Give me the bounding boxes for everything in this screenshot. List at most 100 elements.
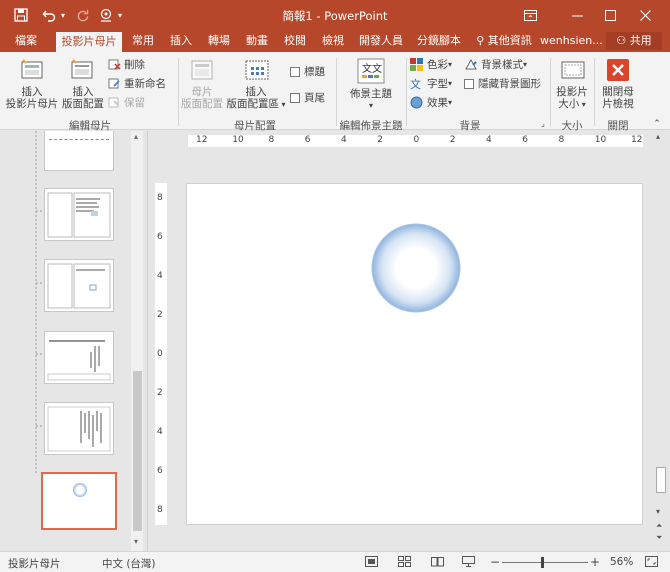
insert-slide-master-line2: 投影片母片: [5, 98, 59, 110]
editor-scrollbar[interactable]: ▴ ▾ ⏶ ⏷: [655, 131, 667, 551]
touch-mode-icon[interactable]: [96, 0, 116, 30]
slideshow-icon[interactable]: [462, 556, 475, 570]
user-account[interactable]: wenhsien...: [540, 30, 603, 52]
hide-background-checkbox-box[interactable]: [464, 78, 474, 89]
next-slide-icon[interactable]: ⏷: [656, 533, 662, 543]
master-layout-line1: 母片: [191, 86, 213, 98]
share-button[interactable]: ⚇ 共用: [606, 32, 662, 50]
insert-layout-button[interactable]: 插入 版面配置: [60, 86, 106, 110]
close-icon[interactable]: [630, 0, 660, 30]
ruler-tick-label: 8: [157, 505, 163, 515]
tab-slide-master[interactable]: 投影片母片: [56, 32, 122, 52]
slide-thumbnail[interactable]: [44, 402, 114, 455]
scroll-down-icon[interactable]: ▾: [656, 507, 660, 516]
ruler-tick-label: 8: [157, 193, 163, 203]
slide-thumbnail[interactable]: [44, 188, 114, 241]
thumbnail-content: [73, 483, 87, 497]
insert-placeholder-icon: [244, 58, 269, 82]
language-indicator[interactable]: 中文 (台灣): [102, 556, 156, 571]
ribbon-display-icon[interactable]: [515, 0, 545, 30]
share-label: 共用: [629, 34, 652, 47]
slide-thumbnail-selected[interactable]: [41, 472, 117, 530]
undo-icon[interactable]: [38, 0, 60, 30]
rename-button[interactable]: 重新命名: [108, 76, 166, 91]
vertical-ruler: 8 6 4 2 0 2 4 6 8: [155, 183, 167, 525]
scroll-up-icon[interactable]: ▴: [656, 132, 660, 141]
dialog-launcher-icon[interactable]: ⌟: [538, 118, 548, 130]
tell-me-label: 其他資訊: [487, 34, 532, 47]
zoom-slider-thumb[interactable]: [540, 557, 544, 568]
ruler-tick-label: 6: [522, 135, 528, 145]
themes-button[interactable]: 佈景主題 ▾: [344, 88, 398, 112]
close-master-view-button[interactable]: 關閉母 片檢視: [598, 86, 638, 110]
footers-checkbox-box[interactable]: [290, 92, 300, 103]
zoom-in-button[interactable]: +: [590, 555, 600, 569]
slide-thumbnail[interactable]: [44, 259, 114, 312]
title-checkbox[interactable]: 標題: [290, 64, 325, 79]
effects-dropdown[interactable]: 效果 ▾: [410, 95, 452, 110]
thumbnail-content: [47, 406, 111, 452]
status-bar: 投影片母片 中文 (台灣) − + 56%: [0, 551, 670, 572]
previous-slide-icon[interactable]: ⏶: [656, 521, 662, 531]
tab-transitions[interactable]: 轉場: [204, 30, 234, 52]
chevron-down-icon: ▾: [368, 101, 373, 110]
scroll-down-icon[interactable]: ▾: [134, 537, 138, 546]
save-icon[interactable]: [10, 0, 32, 30]
minimize-icon[interactable]: [562, 0, 592, 30]
delete-button[interactable]: 刪除: [108, 57, 145, 72]
fonts-label: 字型: [427, 78, 448, 90]
fit-to-window-icon[interactable]: [645, 556, 658, 570]
gradient-circle-shape: [371, 223, 461, 313]
thumbnail-line: [49, 139, 109, 142]
undo-dropdown-icon[interactable]: ▾: [58, 0, 68, 30]
collapse-ribbon-icon[interactable]: ⌃: [650, 118, 664, 130]
slide-size-button[interactable]: 投影片 大小 ▾: [552, 86, 592, 111]
preserve-button[interactable]: 保留: [108, 95, 145, 110]
normal-view-icon[interactable]: [365, 556, 378, 570]
background-styles-dropdown[interactable]: 背景樣式 ▾: [464, 57, 527, 72]
master-layout-button[interactable]: 母片 版面配置: [180, 86, 224, 110]
background-styles-label: 背景樣式: [481, 59, 523, 71]
tab-developer[interactable]: 開發人員: [356, 30, 406, 52]
tab-file[interactable]: 檔案: [6, 30, 46, 52]
background-styles-icon: [465, 58, 477, 70]
tell-me-box[interactable]: ⚲ 其他資訊: [472, 30, 536, 52]
insert-placeholder-line2: 版面配置區: [226, 98, 279, 110]
footers-checkbox[interactable]: 頁尾: [290, 90, 325, 105]
hide-background-label: 隱藏背景圖形: [478, 78, 541, 90]
insert-placeholder-button[interactable]: 插入 版面配置區 ▾: [226, 86, 286, 111]
zoom-slider[interactable]: [502, 557, 588, 568]
zoom-level[interactable]: 56%: [610, 556, 633, 568]
slide-master-canvas[interactable]: [186, 183, 643, 525]
close-master-view-line1: 關閉母: [602, 86, 634, 98]
tab-view[interactable]: 檢視: [318, 30, 348, 52]
colors-dropdown[interactable]: 色彩 ▾: [410, 57, 452, 72]
fonts-dropdown[interactable]: 文 字型 ▾: [410, 76, 452, 91]
tab-home[interactable]: 常用: [128, 30, 158, 52]
hide-background-checkbox[interactable]: 隱藏背景圖形: [464, 76, 541, 91]
tab-storyboard[interactable]: 分鏡腳本: [414, 30, 464, 52]
ruler-tick-label: 6: [157, 466, 163, 476]
slide-thumbnail[interactable]: [44, 131, 114, 171]
thumbnail-scrollbar-thumb[interactable]: [133, 371, 142, 531]
redo-icon[interactable]: [72, 0, 92, 30]
slide-sorter-icon[interactable]: [398, 556, 411, 570]
slide-thumbnail[interactable]: [44, 331, 114, 384]
tab-animations[interactable]: 動畫: [242, 30, 272, 52]
tab-insert[interactable]: 插入: [166, 30, 196, 52]
scroll-up-icon[interactable]: ▴: [134, 132, 138, 141]
reading-view-icon[interactable]: [431, 556, 444, 570]
maximize-icon[interactable]: [595, 0, 625, 30]
customize-quick-access-icon[interactable]: ▾: [115, 0, 125, 30]
insert-slide-master-button[interactable]: 插入 投影片母片: [4, 86, 60, 110]
window-title: 簡報1 - PowerPoint: [282, 9, 388, 23]
tab-review[interactable]: 校閱: [280, 30, 310, 52]
effects-label: 效果: [427, 97, 448, 109]
horizontal-ruler: 12 10 8 6 4 2 0 2 4 6 8 10 12: [188, 135, 643, 147]
editor-scrollbar-thumb[interactable]: [656, 467, 666, 493]
title-checkbox-box[interactable]: [290, 66, 300, 77]
zoom-out-button[interactable]: −: [490, 555, 500, 569]
thumbnail-scrollbar[interactable]: ▴ ▾: [131, 131, 143, 551]
title-bar: ▾ ▾ 簡報1 - PowerPoint: [0, 0, 670, 30]
ribbon: 插入 投影片母片 插入 版面配置 刪除 重新命名 保留 編輯母片 母片 版面配置…: [0, 52, 670, 132]
